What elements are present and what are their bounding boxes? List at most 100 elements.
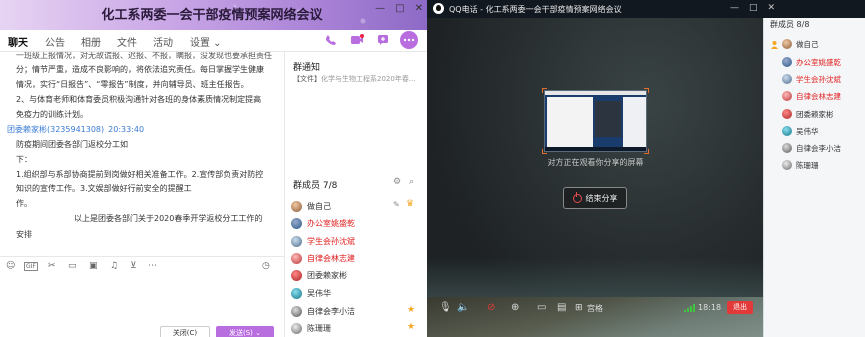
- tab-announcements[interactable]: 公告: [45, 34, 65, 49]
- close-window-button[interactable]: ✕: [415, 3, 423, 14]
- call-member-item[interactable]: 陈珊珊: [782, 158, 819, 172]
- avatar: [782, 74, 792, 84]
- avatar: [291, 252, 302, 264]
- tab-chat[interactable]: 聊天: [8, 34, 28, 54]
- history-icon[interactable]: ◷: [262, 261, 270, 271]
- member-item[interactable]: 做自己: [291, 198, 331, 214]
- owner-icon: ♛: [406, 199, 415, 209]
- power-icon: [572, 191, 582, 203]
- call-window-controls: — □ ✕: [730, 3, 775, 13]
- image-icon[interactable]: ▣: [89, 261, 98, 271]
- maximize-button[interactable]: □: [395, 3, 404, 14]
- message-text: 1.组织部与系部协商提前到岗做好相关准备工作。2.宣传部负责对防控: [16, 170, 264, 179]
- call-member-item[interactable]: 吴伟华: [782, 124, 819, 138]
- star-icon: ★: [407, 322, 416, 332]
- grid-view-icon[interactable]: ⊞: [575, 303, 583, 313]
- screen-share-icon[interactable]: ▭: [537, 302, 546, 313]
- call-member-name: 做自己: [796, 39, 819, 49]
- call-member-name: 自律会林志建: [796, 91, 841, 101]
- member-item[interactable]: 陈珊珊: [291, 320, 331, 336]
- end-share-button[interactable]: 结束分享: [563, 187, 627, 209]
- message-text: 分；情节严重，造成不良影响的，将依法追究责任。每日掌握学生健康: [16, 65, 264, 74]
- member-item[interactable]: 吴伟华: [291, 285, 331, 301]
- call-member-item[interactable]: 自律会林志建: [782, 89, 841, 103]
- avatar: [291, 322, 302, 334]
- minimize-button[interactable]: —: [375, 3, 385, 14]
- member-item[interactable]: 学生会孙沈斌: [291, 233, 355, 249]
- call-member-name: 学生会孙沈斌: [796, 74, 841, 84]
- message-text: 作。: [16, 199, 32, 208]
- call-member-item[interactable]: 做自己: [770, 37, 819, 51]
- chat-bubble-add-icon[interactable]: [374, 31, 392, 49]
- chat-title: 化工系两委一会干部疫情预案网络会议: [101, 8, 323, 23]
- bell-icon[interactable]: ♫: [110, 261, 118, 271]
- grid-view-label[interactable]: 宫格: [587, 303, 603, 314]
- call-titlebar[interactable]: QQ电话 - 化工系两委一会干部疫情预案网络会议 — □ ✕: [427, 0, 865, 18]
- tab-activities[interactable]: 活动: [153, 34, 173, 49]
- more-options-icon[interactable]: [400, 31, 418, 49]
- message-text: 情况，实行“日报告”、“零报告”制度，并向辅导员、班主任报告。: [16, 80, 249, 89]
- video-call-icon[interactable]: [348, 31, 366, 49]
- member-item[interactable]: 自律会李小洁: [291, 303, 355, 319]
- scissors-icon[interactable]: ✂: [48, 261, 56, 271]
- avatar: [291, 287, 302, 299]
- search-icon[interactable]: ⌕: [409, 177, 414, 187]
- send-button[interactable]: 发送(S) ⌄: [216, 326, 274, 337]
- group-chat-window: 化工系两委一会干部疫情预案网络会议 — □ ✕ 聊天 公告 相册 文件 活动 设…: [0, 0, 427, 337]
- call-member-item[interactable]: 学生会孙沈斌: [782, 72, 841, 86]
- more-icon[interactable]: ⋯: [148, 261, 157, 271]
- member-item[interactable]: 办公室姚盛乾: [291, 215, 355, 231]
- tab-files[interactable]: 文件: [117, 34, 137, 49]
- call-member-name: 自律会李小洁: [796, 143, 841, 153]
- tab-album[interactable]: 相册: [81, 34, 101, 49]
- qq-logo-icon: [433, 3, 444, 14]
- mic-icon[interactable]: ⊻: [130, 261, 137, 271]
- screen-share-preview[interactable]: [544, 90, 647, 152]
- member-settings-icon[interactable]: ⚙: [393, 177, 401, 187]
- exit-call-button[interactable]: 退出: [727, 301, 753, 314]
- avatar: [291, 305, 302, 317]
- call-member-item[interactable]: 自律会李小洁: [782, 141, 841, 155]
- tab-settings[interactable]: 设置 ⌄: [190, 34, 222, 49]
- call-member-item[interactable]: 办公室姚盛乾: [782, 55, 841, 69]
- presentation-icon[interactable]: ▤: [557, 302, 566, 313]
- speaker-icon[interactable]: 🔈: [457, 302, 469, 313]
- message-sender[interactable]: 团委赖家彬(3235941308) 20:33:40: [7, 124, 144, 135]
- message-history[interactable]: 一班级上报情况，对无故谎报、迟报、不报，瞒报，没发现也要承担责任 分；情节严重，…: [0, 52, 284, 252]
- group-side-panel: 群通知 【文件】化学与生物工程系2020年春... 群成员 7/8 ⚙ ⌕ 做自…: [284, 52, 427, 337]
- smile-icon[interactable]: ☺: [6, 261, 15, 271]
- close-window-button[interactable]: ✕: [767, 3, 775, 13]
- group-notice-text[interactable]: 【文件】化学与生物工程系2020年春...: [293, 74, 425, 84]
- maximize-button[interactable]: □: [749, 3, 758, 13]
- member-name: 吴伟华: [307, 288, 331, 298]
- avatar: [782, 126, 792, 136]
- folder-icon[interactable]: ▭: [68, 261, 77, 271]
- microphone-icon[interactable]: 🎙: [439, 302, 452, 313]
- edit-icon[interactable]: ✎: [393, 200, 400, 209]
- member-item[interactable]: 团委赖家彬: [291, 267, 347, 283]
- camera-off-icon[interactable]: ⊘: [487, 302, 495, 313]
- sender-name[interactable]: 团委赖家彬: [7, 125, 47, 134]
- qq-call-window: QQ电话 - 化工系两委一会干部疫情预案网络会议 — □ ✕ 对方正在观看你分享…: [427, 0, 865, 337]
- minimize-button[interactable]: —: [730, 3, 739, 13]
- member-name: 学生会孙沈斌: [307, 236, 355, 246]
- message-text: 以上是团委各部门关于2020春季开学返校分工工作的: [74, 214, 263, 223]
- message-text: 防疫期间团委各部门返校分工如: [16, 140, 128, 149]
- message-input[interactable]: [0, 276, 284, 321]
- chat-titlebar[interactable]: 化工系两委一会干部疫情预案网络会议 — □ ✕: [0, 0, 427, 30]
- call-duration: 18:18: [698, 303, 722, 312]
- call-member-name: 陈珊珊: [796, 160, 819, 170]
- gif-icon[interactable]: GIF: [24, 262, 38, 271]
- avatar: [782, 57, 792, 67]
- corner-marker: [644, 88, 649, 93]
- avatar: [782, 109, 792, 119]
- phone-icon[interactable]: [322, 31, 340, 49]
- call-toolbar: 🎙 🔈 ⊘ ⊕ ▭ ▤ ⊞ 宫格 18:18 退出: [427, 298, 763, 318]
- chat-window-controls: — □ ✕: [375, 3, 423, 14]
- corner-marker: [542, 88, 547, 93]
- member-item[interactable]: 自律会林志建: [291, 250, 355, 266]
- call-member-item[interactable]: 团委赖家彬: [782, 107, 834, 121]
- close-button[interactable]: 关闭(C): [160, 326, 210, 337]
- chat-tab-bar: 聊天 公告 相册 文件 活动 设置 ⌄: [0, 30, 427, 54]
- add-member-icon[interactable]: ⊕: [511, 302, 519, 313]
